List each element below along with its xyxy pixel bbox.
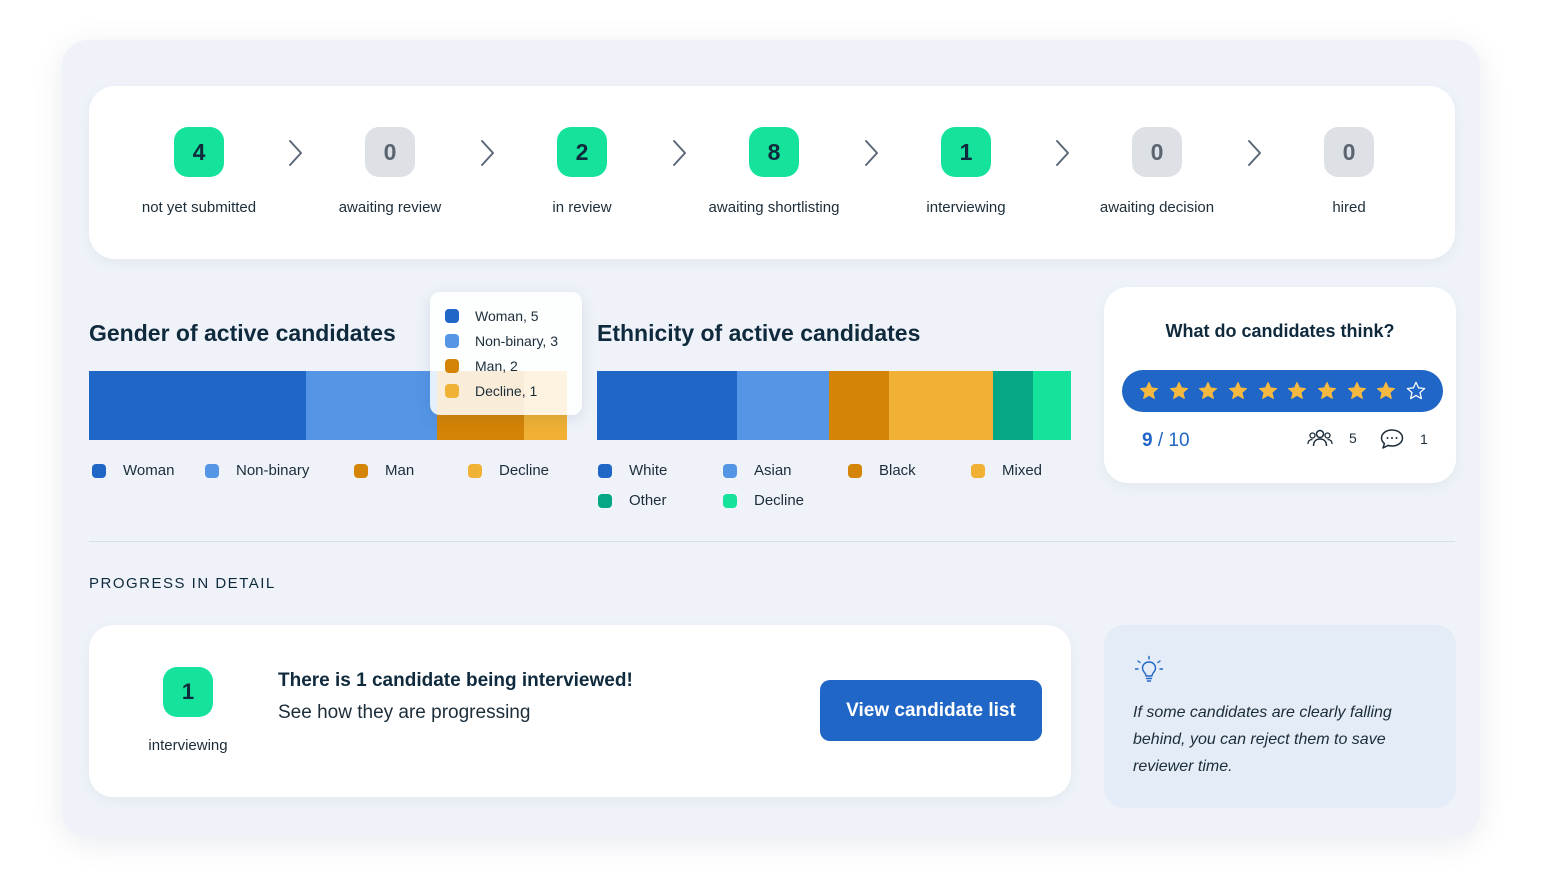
interviewing-label: interviewing <box>148 737 228 754</box>
bar-segment-woman[interactable] <box>89 371 307 440</box>
bar-segment-white[interactable] <box>597 371 737 440</box>
legend-item-non-binary: Non-binary <box>205 462 309 479</box>
star-empty-icon[interactable] <box>1405 380 1427 402</box>
stage-label: awaiting shortlisting <box>708 199 840 216</box>
comment-icon <box>1380 429 1404 449</box>
gender-chart-title: Gender of active candidates <box>89 320 396 346</box>
legend-item-black: Black <box>848 462 916 479</box>
stage-count: 0 <box>1132 127 1182 177</box>
tip-text: If some candidates are clearly falling b… <box>1133 704 1392 775</box>
legend-item-decline-ethnicity: Decline <box>723 492 804 509</box>
stage-label: awaiting decision <box>1099 199 1215 216</box>
lightbulb-icon <box>1134 655 1164 682</box>
legend-swatch <box>468 463 482 478</box>
ethnicity-chart-title: Ethnicity of active candidates <box>597 320 921 346</box>
view-candidate-list-button[interactable]: View candidate list <box>820 680 1042 741</box>
legend-item-white: White <box>598 462 667 479</box>
interviewing-count-badge: 1 <box>163 667 213 717</box>
star-filled-icon[interactable] <box>1286 380 1308 402</box>
legend-item-decline: Decline <box>468 462 549 479</box>
bar-segment-other[interactable] <box>992 371 1034 440</box>
tip-card: If some candidates are clearly falling b… <box>1104 625 1456 808</box>
legend-swatch <box>723 463 737 478</box>
tooltip-swatch <box>445 309 459 323</box>
stage-awaiting-shortlisting[interactable]: 8 awaiting shortlisting <box>674 86 874 259</box>
progress-card: 1 interviewing There is 1 candidate bein… <box>89 625 1071 797</box>
tooltip-swatch <box>445 334 459 348</box>
progress-subline: See how they are progressing <box>278 702 531 723</box>
stage-awaiting-review[interactable]: 0 awaiting review <box>290 86 490 259</box>
star-rating[interactable] <box>1122 370 1443 412</box>
stage-in-review[interactable]: 2 in review <box>482 86 682 259</box>
stage-count: 0 <box>1324 127 1374 177</box>
legend-item-asian: Asian <box>723 462 792 479</box>
legend-swatch <box>92 463 106 478</box>
legend-swatch <box>205 463 219 478</box>
stage-label: hired <box>1332 199 1366 216</box>
legend-swatch <box>598 493 612 508</box>
star-filled-icon[interactable] <box>1316 380 1338 402</box>
comments-count[interactable]: 1 <box>1380 428 1428 450</box>
section-divider <box>89 541 1455 542</box>
star-filled-icon[interactable] <box>1375 380 1397 402</box>
stage-awaiting-decision[interactable]: 0 awaiting decision <box>1057 86 1257 259</box>
people-icon <box>1307 429 1333 447</box>
star-filled-icon[interactable] <box>1227 380 1249 402</box>
stage-not-yet-submitted[interactable]: 4 not yet submitted <box>99 86 299 259</box>
legend-swatch <box>723 493 737 508</box>
legend-swatch <box>598 463 612 478</box>
tooltip-item-non-binary: Non-binary, 3 <box>445 333 558 349</box>
star-filled-icon[interactable] <box>1346 380 1368 402</box>
stage-count: 2 <box>557 127 607 177</box>
legend-item-other: Other <box>598 492 667 509</box>
tooltip-swatch <box>445 384 459 398</box>
respondents-count: 5 <box>1307 428 1357 448</box>
stage-interviewing[interactable]: 1 interviewing <box>866 86 1066 259</box>
star-filled-icon[interactable] <box>1138 380 1160 402</box>
legend-swatch <box>971 463 985 478</box>
legend-item-woman: Woman <box>92 462 174 479</box>
stage-count: 1 <box>941 127 991 177</box>
bar-segment-decline[interactable] <box>1033 371 1071 440</box>
legend-item-mixed: Mixed <box>971 462 1042 479</box>
pipeline-card: 4 not yet submitted 0 awaiting review 2 … <box>89 86 1455 259</box>
stage-count: 4 <box>174 127 224 177</box>
section-label: PROGRESS IN DETAIL <box>89 575 276 592</box>
bar-segment-asian[interactable] <box>736 371 830 440</box>
tooltip-item-man: Man, 2 <box>445 358 518 374</box>
bar-segment-black[interactable] <box>829 371 889 440</box>
star-filled-icon[interactable] <box>1197 380 1219 402</box>
tooltip-item-woman: Woman, 5 <box>445 308 539 324</box>
tooltip-item-decline: Decline, 1 <box>445 383 537 399</box>
stage-label: not yet submitted <box>141 199 257 216</box>
gender-tooltip: Woman, 5 Non-binary, 3 Man, 2 Decline, 1 <box>430 292 582 415</box>
stage-count: 8 <box>749 127 799 177</box>
rating-question: What do candidates think? <box>1165 321 1395 341</box>
stage-label: interviewing <box>926 199 1006 216</box>
bar-segment-mixed[interactable] <box>888 371 993 440</box>
tooltip-swatch <box>445 359 459 373</box>
star-filled-icon[interactable] <box>1257 380 1279 402</box>
legend-swatch <box>848 463 862 478</box>
star-filled-icon[interactable] <box>1168 380 1190 402</box>
stage-hired[interactable]: 0 hired <box>1249 86 1449 259</box>
progress-headline: There is 1 candidate being interviewed! <box>278 670 633 691</box>
legend-swatch <box>354 463 368 478</box>
legend-item-man: Man <box>354 462 414 479</box>
rating-card: What do candidates think? 9 / 10 5 1 <box>1104 287 1456 483</box>
rating-score: 9 / 10 <box>1142 430 1190 451</box>
stage-label: in review <box>552 199 612 216</box>
stage-count: 0 <box>365 127 415 177</box>
bar-segment-non-binary[interactable] <box>306 371 437 440</box>
stage-label: awaiting review <box>338 199 442 216</box>
